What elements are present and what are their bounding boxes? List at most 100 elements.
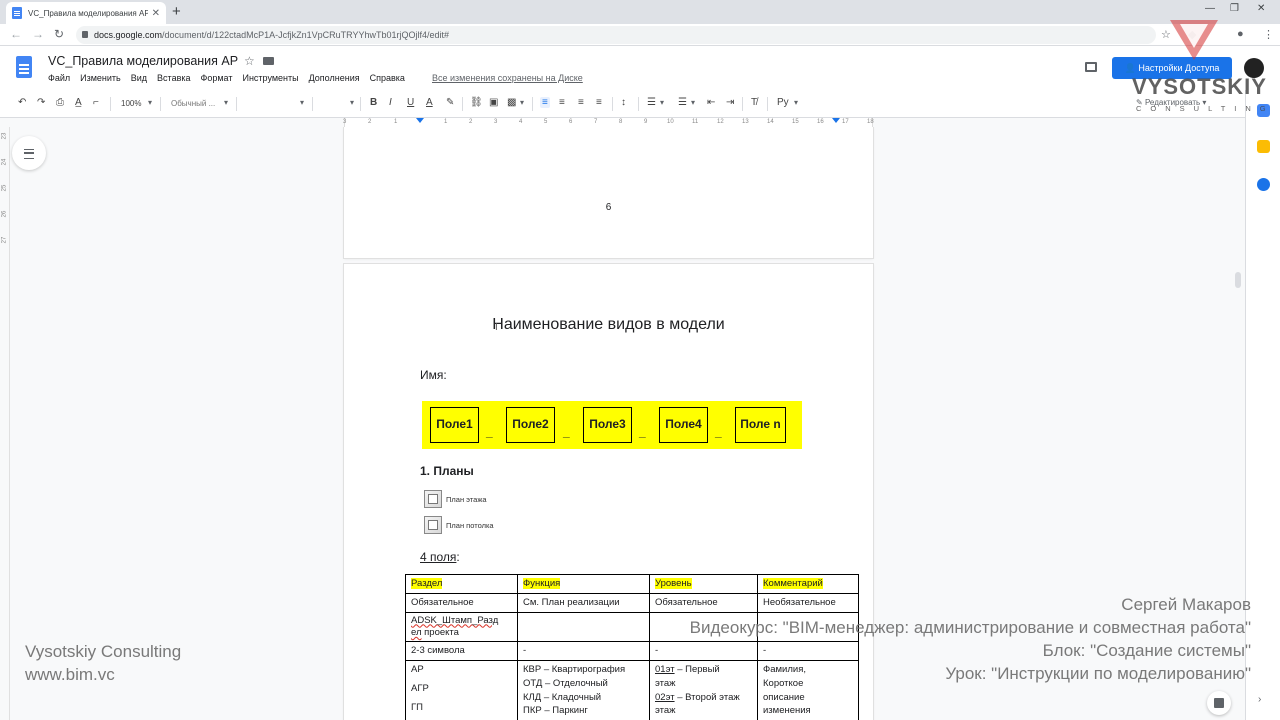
ruler-area[interactable]: 3 2 1 1 2 3 4 5 6 7 8 9 10 11 12 13 14 1… xyxy=(343,118,874,127)
zoom-select[interactable]: 100% xyxy=(121,99,141,108)
page[interactable]: Наименование видов в модели I Имя: Поле1… xyxy=(344,264,873,720)
field-separator: _ xyxy=(639,425,646,439)
image-icon[interactable]: ▩ xyxy=(507,97,516,108)
table-cell[interactable]: Обязательное xyxy=(649,592,758,613)
redo-icon[interactable]: ↷ xyxy=(37,97,45,108)
numbered-list-icon[interactable]: ☰ xyxy=(647,97,656,108)
table-cell[interactable]: Обязательное xyxy=(405,592,518,613)
font-select-chevron-icon[interactable]: ▾ xyxy=(300,98,304,107)
url-input[interactable]: docs.google.com/document/d/122ctadMcP1A-… xyxy=(76,26,1156,44)
increase-indent-icon[interactable]: ⇥ xyxy=(726,97,734,108)
menu-tools[interactable]: Инструменты xyxy=(242,73,298,83)
name-label[interactable]: Имя: xyxy=(420,368,447,382)
line-spacing-icon[interactable]: ↕ xyxy=(621,97,626,108)
table-cell[interactable]: - xyxy=(757,641,859,661)
back-icon[interactable]: ← xyxy=(10,27,22,41)
table-cell[interactable] xyxy=(517,611,650,643)
document-title[interactable]: VC_Правила моделирования АР xyxy=(48,54,238,68)
menu-insert[interactable]: Вставка xyxy=(157,73,190,83)
decrease-indent-icon[interactable]: ⇤ xyxy=(707,97,715,108)
ruler-tick: 1 xyxy=(444,119,448,125)
align-left-icon[interactable]: ≡ xyxy=(540,97,550,108)
undo-icon[interactable]: ↶ xyxy=(18,97,26,108)
underline-icon[interactable]: U xyxy=(407,97,414,108)
print-icon[interactable]: ⎙ xyxy=(56,97,64,108)
table-cell[interactable]: Необязательное xyxy=(757,592,859,613)
close-tab-icon[interactable]: ✕ xyxy=(152,8,160,19)
style-select[interactable]: Обычный ... xyxy=(171,99,215,108)
comments-icon[interactable] xyxy=(1085,62,1097,72)
name-template-graphic[interactable]: Поле1 _ Поле2 _ Поле3 _ Поле4 _ Поле n xyxy=(422,401,802,449)
cell-line: ПКР – Паркинг xyxy=(523,705,588,717)
bulleted-list-icon[interactable]: ☰ xyxy=(678,97,687,108)
menu-format[interactable]: Формат xyxy=(201,73,233,83)
align-right-icon[interactable]: ≡ xyxy=(578,97,584,108)
new-tab-icon[interactable]: + xyxy=(172,3,181,20)
browser-menu-icon[interactable]: ⋮ xyxy=(1263,28,1274,41)
table-cell[interactable]: 2-3 символа xyxy=(405,641,518,661)
table-cell[interactable]: - xyxy=(517,641,650,661)
explore-button[interactable] xyxy=(1207,691,1231,715)
minimize-icon[interactable]: — xyxy=(1205,3,1215,14)
document-outline-button[interactable] xyxy=(12,136,46,170)
tasks-icon[interactable] xyxy=(1257,178,1270,191)
table-cell[interactable]: - xyxy=(649,641,758,661)
menu-file[interactable]: Файл xyxy=(48,73,70,83)
overlay-block: Блок: "Создание системы" xyxy=(1042,641,1251,660)
text-color-icon[interactable]: A xyxy=(426,97,433,108)
google-docs-logo-icon[interactable] xyxy=(16,56,32,78)
spellcheck-icon[interactable]: A̲ xyxy=(75,97,82,108)
align-center-icon[interactable]: ≡ xyxy=(559,97,565,108)
naming-table[interactable]: Раздел Функция Уровень Комментарий Обяза… xyxy=(405,574,859,720)
bold-icon[interactable]: B xyxy=(370,97,377,108)
maximize-icon[interactable]: ❐ xyxy=(1230,3,1239,14)
comment-add-icon[interactable]: ▣ xyxy=(489,97,498,108)
align-justify-icon[interactable]: ≡ xyxy=(596,97,602,108)
section-heading[interactable]: Наименование видов в модели xyxy=(344,316,873,334)
chevron-down-icon: ▾ xyxy=(794,98,799,107)
field-box: Поле n xyxy=(735,407,786,443)
italic-icon[interactable]: I xyxy=(389,97,392,108)
plan-item-floor[interactable]: План этажа xyxy=(424,490,487,508)
ceiling-plan-icon xyxy=(424,516,442,534)
page[interactable]: 6 xyxy=(344,127,873,258)
table-cell[interactable]: Фамилия, Короткое описание изменения xyxy=(757,659,859,720)
table-header-cell[interactable]: Раздел xyxy=(405,574,518,594)
toolbar-divider xyxy=(312,97,313,111)
table-cell[interactable]: ADSK_Штамп_Разд ел проекта xyxy=(405,611,518,643)
table-cell[interactable]: См. План реализации xyxy=(517,592,650,613)
menu-edit[interactable]: Изменить xyxy=(80,73,121,83)
font-size-chevron-icon[interactable]: ▾ xyxy=(350,98,354,107)
link-icon[interactable]: ⛓ xyxy=(470,97,483,108)
table-header-cell[interactable]: Уровень xyxy=(649,574,758,594)
fields-count-colon: : xyxy=(456,550,460,564)
expand-panel-icon[interactable]: › xyxy=(1258,694,1271,707)
table-cell[interactable]: АР АГР ГП xyxy=(405,659,518,720)
menu-help[interactable]: Справка xyxy=(370,73,405,83)
fields-count-label[interactable]: 4 поля: xyxy=(420,550,460,564)
plans-heading[interactable]: 1. Планы xyxy=(420,464,474,478)
left-indent-marker[interactable] xyxy=(416,118,424,123)
plan-item-ceiling[interactable]: План потолка xyxy=(424,516,494,534)
paint-format-icon[interactable]: ⌐ xyxy=(93,97,99,108)
table-cell[interactable]: 01эт – Первый этаж 02эт – Второй этаж эт… xyxy=(649,659,758,720)
clear-formatting-icon[interactable]: T̸ xyxy=(751,97,757,108)
right-indent-marker[interactable] xyxy=(832,118,840,123)
menu-view[interactable]: Вид xyxy=(131,73,147,83)
browser-tab[interactable]: VC_Правила моделирования АР ✕ xyxy=(6,2,166,24)
star-icon[interactable]: ☆ xyxy=(244,54,255,68)
table-header-cell[interactable]: Комментарий xyxy=(757,574,859,594)
table-header-cell[interactable]: Функция xyxy=(517,574,650,594)
keep-icon[interactable] xyxy=(1257,140,1270,153)
scrollbar-thumb[interactable] xyxy=(1235,272,1241,288)
reload-icon[interactable]: ↻ xyxy=(54,27,64,41)
field-separator: _ xyxy=(563,425,570,439)
highlight-icon[interactable]: ✎ xyxy=(446,97,454,108)
save-status[interactable]: Все изменения сохранены на Диске xyxy=(432,73,583,83)
forward-icon[interactable]: → xyxy=(32,27,44,41)
close-window-icon[interactable]: ✕ xyxy=(1257,3,1265,14)
folder-icon[interactable] xyxy=(263,57,274,65)
table-cell[interactable]: КВР – Квартирография ОТД – Отделочный КЛ… xyxy=(517,659,650,720)
input-tools-icon[interactable]: Рy xyxy=(777,97,789,108)
menu-addons[interactable]: Дополнения xyxy=(309,73,360,83)
